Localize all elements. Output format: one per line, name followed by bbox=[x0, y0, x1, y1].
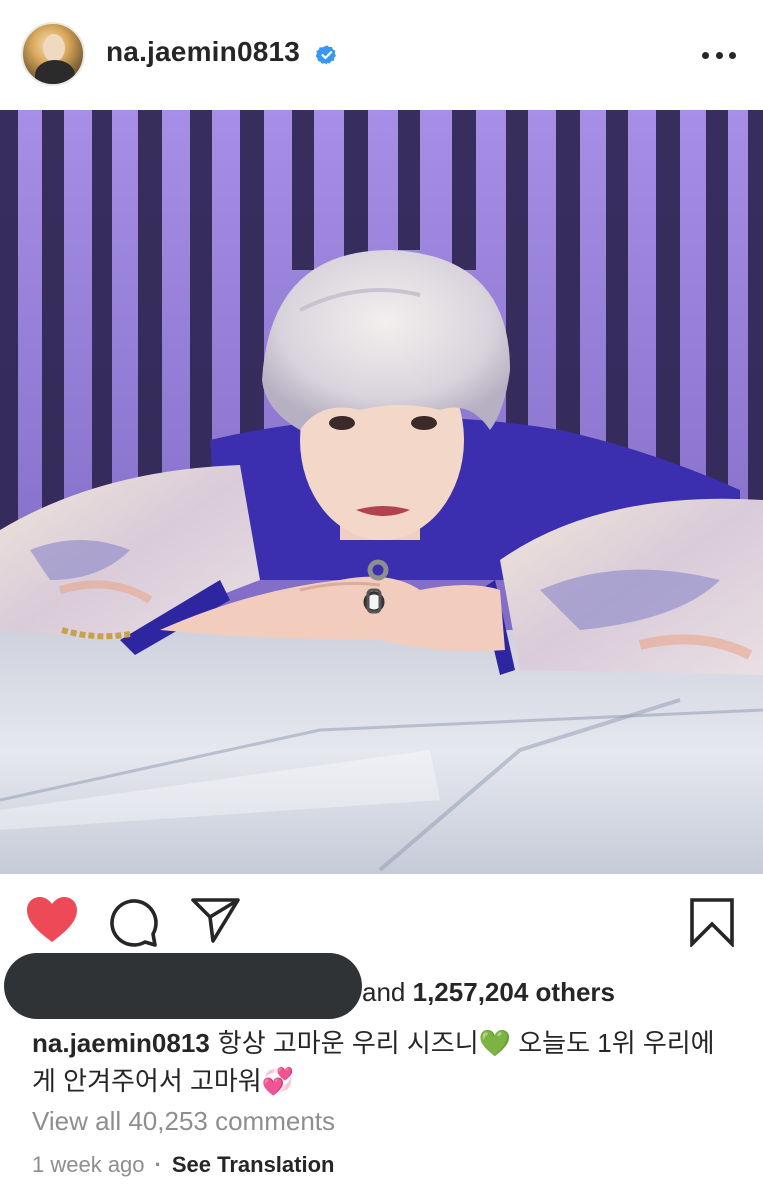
likes-number: 1,257,204 bbox=[412, 977, 529, 1007]
heart-icon[interactable] bbox=[26, 896, 78, 944]
avatar-face bbox=[43, 34, 65, 62]
redacted-liker bbox=[4, 953, 362, 1019]
meta-separator: · bbox=[154, 1152, 162, 1177]
share-icon[interactable] bbox=[191, 897, 241, 943]
likes-count[interactable]: and 1,257,204 others bbox=[362, 977, 615, 1008]
post-image bbox=[0, 110, 763, 874]
post-meta: 1 week ago · See Translation bbox=[32, 1152, 334, 1178]
likes-suffix: others bbox=[535, 977, 615, 1007]
comment-icon[interactable] bbox=[109, 898, 159, 948]
verified-badge-icon bbox=[316, 45, 336, 65]
post-caption: na.jaemin0813 항상 고마운 우리 시즈니💚 오늘도 1위 우리에게 … bbox=[32, 1024, 732, 1100]
post-photo[interactable] bbox=[0, 110, 763, 874]
view-all-comments-link[interactable]: View all 40,253 comments bbox=[32, 1106, 335, 1137]
post-header: na.jaemin0813 bbox=[0, 0, 763, 110]
caption-username[interactable]: na.jaemin0813 bbox=[32, 1028, 210, 1058]
profile-avatar[interactable] bbox=[21, 22, 85, 86]
likes-prefix: and bbox=[362, 977, 406, 1007]
post-username[interactable]: na.jaemin0813 bbox=[106, 36, 300, 68]
post-timestamp: 1 week ago bbox=[32, 1152, 145, 1177]
more-options-icon[interactable] bbox=[702, 50, 736, 60]
see-translation-link[interactable]: See Translation bbox=[172, 1152, 335, 1178]
bookmark-icon[interactable] bbox=[689, 897, 735, 947]
avatar-body bbox=[35, 60, 75, 84]
